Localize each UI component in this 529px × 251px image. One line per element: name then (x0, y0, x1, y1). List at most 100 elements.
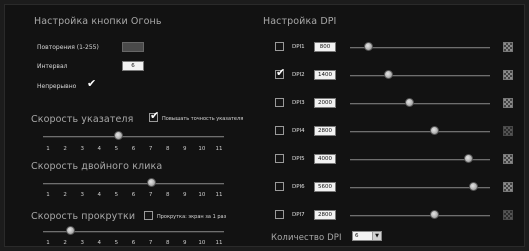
dpi-checkbox[interactable] (275, 98, 284, 107)
tick-label: 1 (46, 240, 50, 246)
pointer-speed-track (43, 136, 224, 138)
scroll-speed-title: Скорость прокрутки (31, 211, 136, 222)
dpi-slider-track (350, 75, 490, 77)
dpi-value-input[interactable]: 800 (314, 42, 336, 52)
tick-label: 10 (198, 240, 206, 246)
dpi-count-select[interactable]: 6 ▼ (352, 231, 382, 241)
dpi-value-input[interactable]: 2800 (314, 126, 336, 136)
dpi-checkbox[interactable] (275, 154, 284, 163)
screen-scroll-checkbox[interactable] (144, 211, 153, 220)
pointer-precision-label: Повышать точность указателя (162, 116, 244, 122)
tick-label: 9 (183, 146, 187, 152)
dpi-value-input[interactable]: 2000 (314, 98, 336, 108)
tick-label: 8 (165, 192, 170, 198)
dpi-slider[interactable] (404, 98, 414, 107)
dpi-check-icon: ✔ (276, 66, 286, 79)
dpi-color-swatch[interactable] (503, 42, 513, 52)
double-click-track (43, 183, 224, 185)
tick-label: 9 (183, 192, 187, 198)
dpi-slider[interactable] (430, 126, 439, 135)
tick-label: 4 (97, 146, 102, 152)
tick-label: 10 (198, 146, 206, 152)
dpi-label: DPI2 (292, 72, 305, 78)
interval-label: Интервал (37, 63, 68, 70)
tick-label: 10 (198, 192, 206, 198)
scroll-speed-ticks: 1 2 3 4 5 6 7 8 9 10 11 (43, 240, 224, 248)
tick-label: 7 (148, 240, 153, 246)
settings-panel: Настройка кнопки Огонь Повторения (1-255… (4, 4, 525, 247)
tick-label: 1 (46, 192, 50, 198)
pointer-precision-check-icon: ✔ (150, 109, 160, 122)
dpi-label: DPI6 (292, 184, 305, 190)
dpi-color-swatch[interactable] (503, 70, 513, 80)
dpi-checkbox[interactable] (275, 126, 284, 135)
dpi-color-swatch[interactable] (503, 154, 513, 164)
dpi-label: DPI7 (292, 212, 305, 218)
dpi-label: DPI3 (292, 100, 305, 106)
pointer-speed-title: Скорость указателя (31, 114, 134, 125)
pointer-speed-ticks: 1 2 3 4 5 6 7 8 9 10 11 (43, 146, 224, 154)
dpi-label: DPI4 (292, 128, 305, 134)
tick-label: 2 (63, 240, 67, 246)
tick-label: 7 (148, 146, 153, 152)
tick-label: 3 (80, 240, 84, 246)
dpi-color-swatch[interactable] (503, 98, 513, 108)
dpi-checkbox[interactable] (275, 182, 284, 191)
tick-label: 9 (183, 240, 187, 246)
tick-label: 5 (114, 146, 119, 152)
dpi-color-swatch[interactable] (503, 210, 513, 220)
tick-label: 5 (114, 240, 119, 246)
tick-label: 11 (215, 146, 223, 152)
screen-scroll-label: Прокрутка: экран за 1 раз (157, 214, 227, 220)
dpi-value-input[interactable]: 1400 (314, 70, 336, 80)
tick-label: 2 (63, 192, 67, 198)
dpi-slider[interactable] (469, 182, 479, 191)
dpi-checkbox[interactable] (275, 210, 284, 219)
double-click-title: Скорость двойного клика (31, 161, 163, 172)
fire-button-section-title: Настройка кнопки Огонь (34, 16, 162, 27)
tick-label: 7 (148, 192, 153, 198)
tick-label: 8 (165, 146, 170, 152)
chevron-down-icon[interactable]: ▼ (372, 232, 381, 240)
dpi-color-swatch[interactable] (503, 126, 513, 136)
double-click-ticks: 1 2 3 4 5 6 7 8 9 10 11 (43, 192, 224, 200)
scroll-speed-slider[interactable] (66, 226, 75, 235)
dpi-value-input[interactable]: 2800 (314, 210, 336, 220)
dpi-count-value: 6 (355, 233, 359, 239)
tick-label: 6 (131, 192, 136, 198)
dpi-slider[interactable] (364, 42, 374, 51)
dpi-section-title: Настройка DPI (263, 16, 337, 27)
double-click-slider[interactable] (147, 178, 156, 187)
tick-label: 3 (80, 146, 84, 152)
repeats-label: Повторения (1-255) (37, 44, 99, 51)
dpi-label: DPI5 (292, 156, 305, 162)
dpi-color-swatch[interactable] (503, 182, 513, 192)
dpi-slider[interactable] (383, 70, 393, 79)
dpi-value-input[interactable]: 5600 (314, 182, 336, 192)
dpi-slider-track (350, 103, 490, 105)
tick-label: 4 (97, 240, 102, 246)
tick-label: 4 (97, 192, 102, 198)
repeats-input[interactable] (122, 42, 144, 52)
dpi-slider-track (350, 215, 490, 217)
dpi-count-label: Количество DPI (271, 233, 342, 243)
tick-label: 3 (80, 192, 84, 198)
tick-label: 6 (131, 146, 136, 152)
dpi-label: DPI1 (292, 44, 305, 50)
tick-label: 2 (63, 146, 67, 152)
tick-label: 1 (46, 146, 50, 152)
continuous-label: Непрерывно (37, 83, 77, 90)
tick-label: 6 (131, 240, 136, 246)
tick-label: 11 (215, 192, 223, 198)
tick-label: 8 (165, 240, 170, 246)
dpi-slider[interactable] (430, 210, 439, 219)
dpi-slider-track (350, 131, 490, 133)
dpi-value-input[interactable]: 4000 (314, 154, 336, 164)
dpi-checkbox[interactable] (275, 42, 284, 51)
continuous-checkbox[interactable]: ✔ (87, 78, 96, 89)
dpi-slider[interactable] (463, 154, 473, 163)
tick-label: 5 (114, 192, 119, 198)
tick-label: 11 (215, 240, 223, 246)
interval-input[interactable]: 6 (122, 61, 144, 71)
pointer-speed-slider[interactable] (114, 131, 123, 140)
